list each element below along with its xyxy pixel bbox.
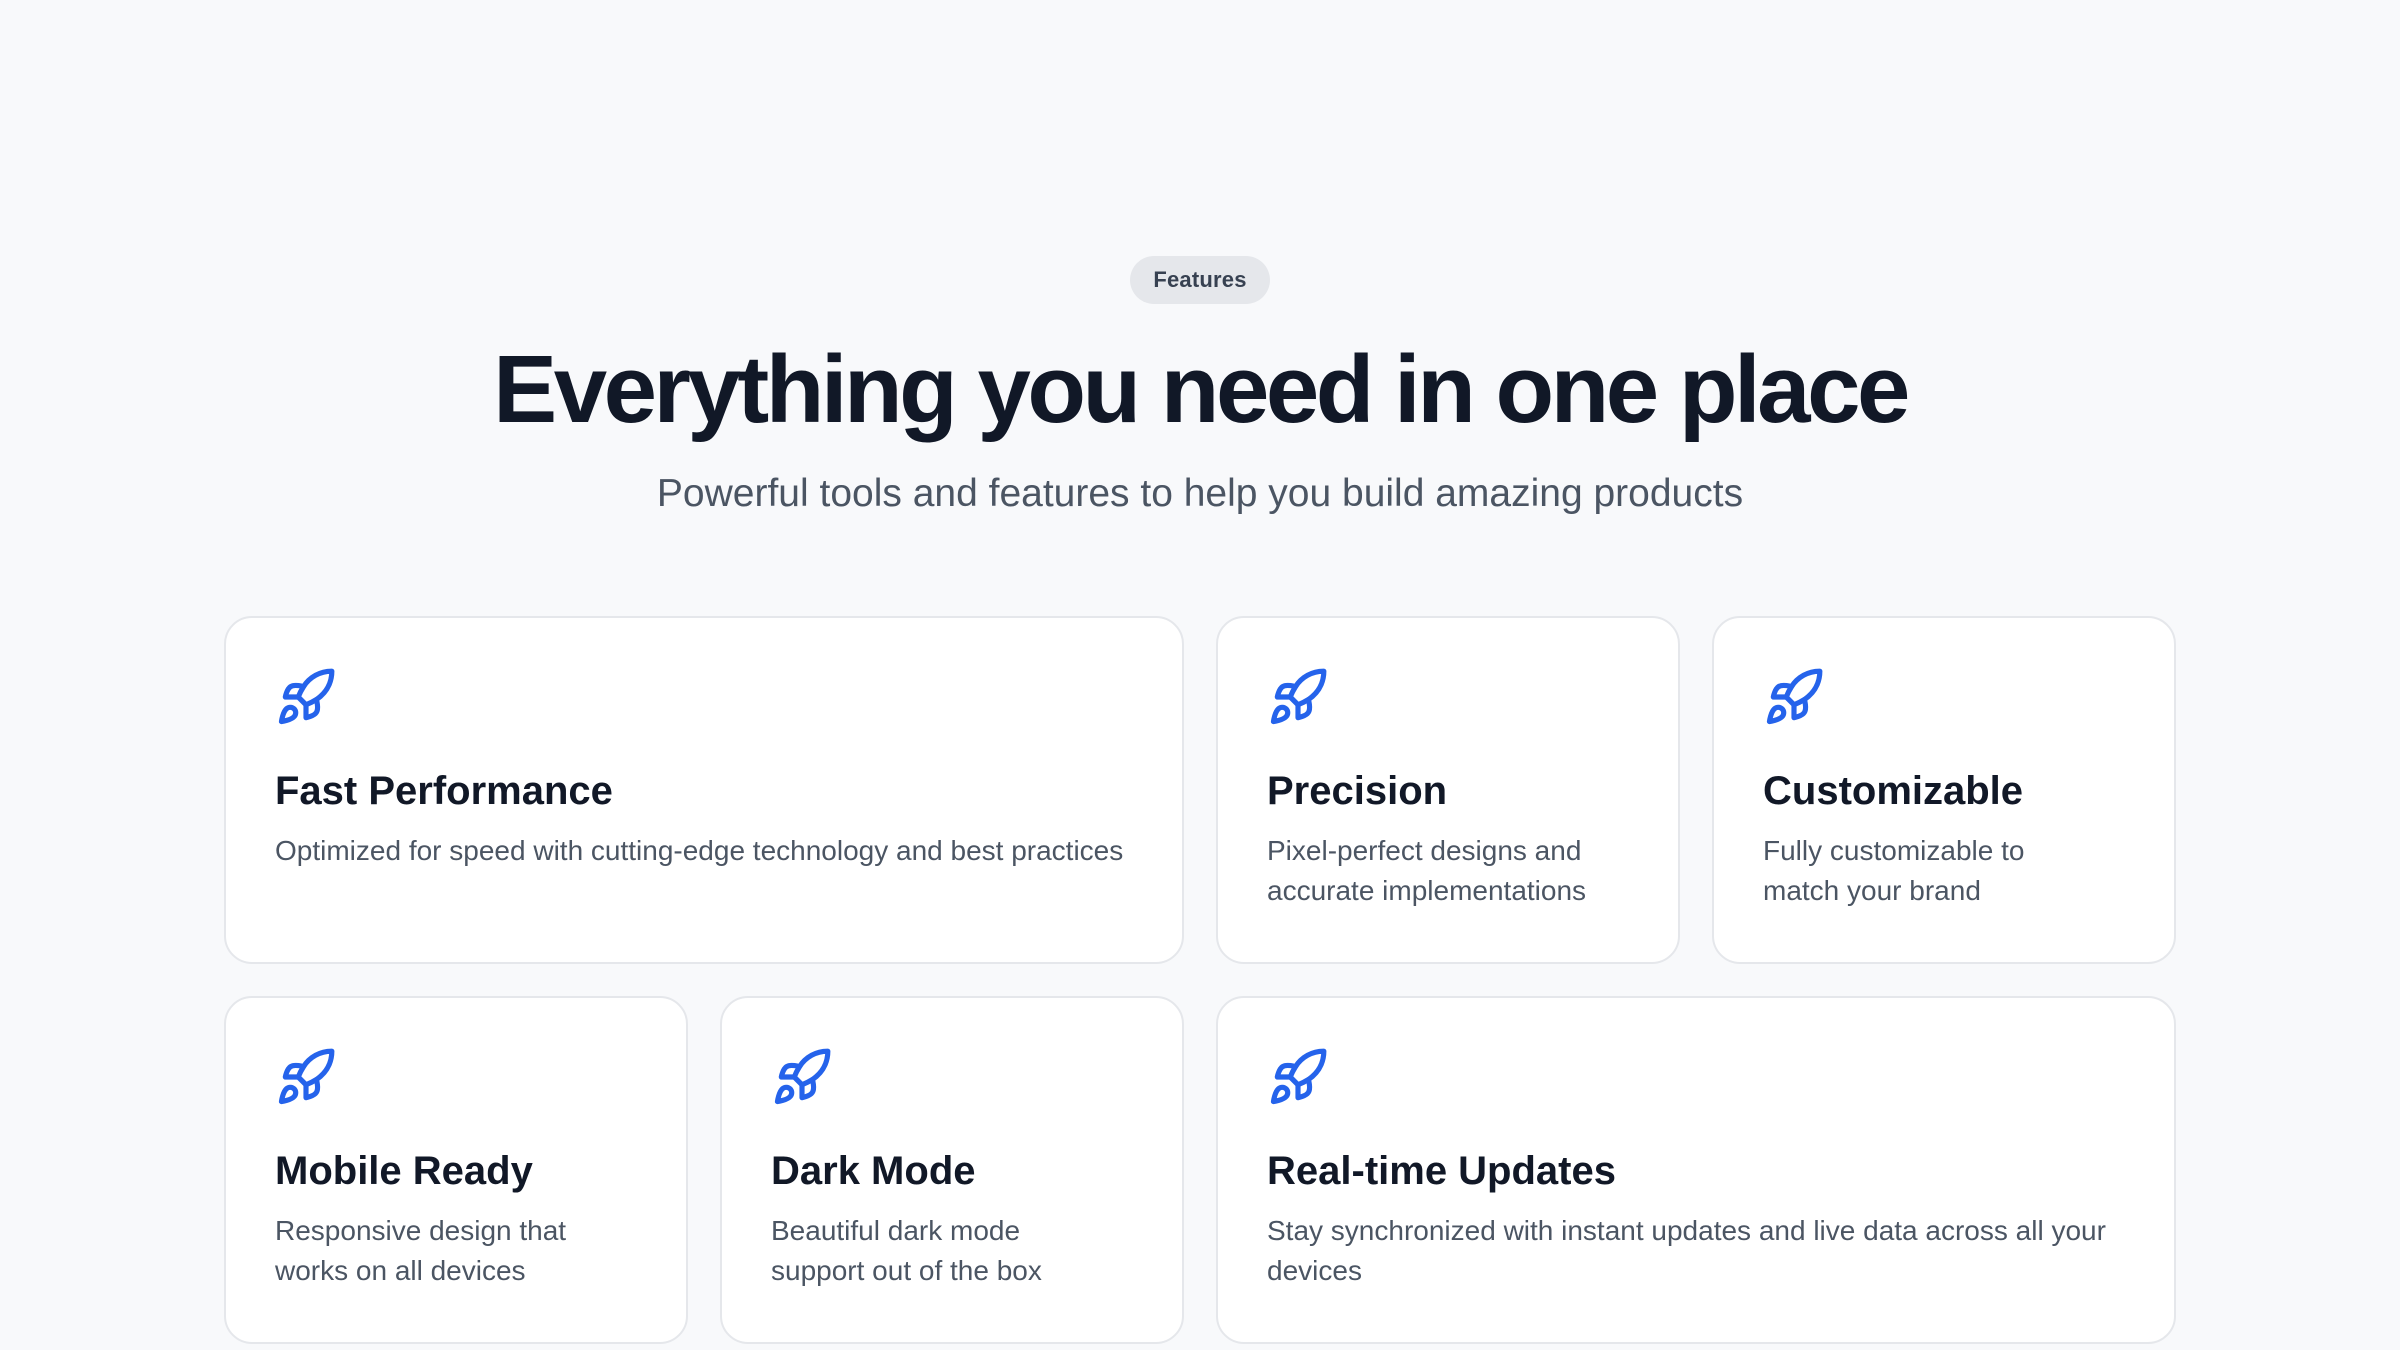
feature-title: Precision bbox=[1267, 769, 1448, 813]
feature-description: Beautiful dark mode support out of the b… bbox=[771, 1215, 1042, 1286]
feature-description: Fully customizable to match your brand bbox=[1763, 835, 2025, 906]
feature-card-mobile-ready: Mobile Ready Responsive design that work… bbox=[224, 996, 688, 1344]
rocket-icon bbox=[771, 1046, 833, 1108]
rocket-icon bbox=[275, 1046, 337, 1108]
feature-title: Customizable bbox=[1763, 769, 2024, 813]
feature-card-dark-mode: Dark Mode Beautiful dark mode support ou… bbox=[720, 996, 1184, 1344]
rocket-icon bbox=[1763, 666, 1825, 728]
section-subheadline: Powerful tools and features to help you … bbox=[656, 472, 1744, 515]
feature-description: Stay synchronized with instant updates a… bbox=[1267, 1215, 2106, 1286]
feature-description: Responsive design that works on all devi… bbox=[275, 1215, 567, 1286]
feature-card-fast-performance: Fast Performance Optimized for speed wit… bbox=[224, 616, 1184, 964]
features-section: Features Everything you need in one plac… bbox=[0, 0, 2400, 1350]
feature-title: Mobile Ready bbox=[275, 1149, 533, 1193]
feature-card-real-time-updates: Real-time Updates Stay synchronized with… bbox=[1216, 996, 2176, 1344]
feature-card-customizable: Customizable Fully customizable to match… bbox=[1712, 616, 2176, 964]
feature-title: Fast Performance bbox=[275, 769, 613, 813]
feature-description: Pixel-perfect designs and accurate imple… bbox=[1267, 835, 1587, 906]
rocket-icon bbox=[1267, 666, 1329, 728]
rocket-icon bbox=[1267, 1046, 1329, 1108]
features-badge: Features bbox=[1130, 256, 1270, 304]
section-headline: Everything you need in one place bbox=[493, 336, 1910, 443]
rocket-icon bbox=[275, 666, 337, 728]
feature-title: Real-time Updates bbox=[1267, 1149, 1616, 1193]
feature-description: Optimized for speed with cutting-edge te… bbox=[275, 835, 1124, 866]
feature-card-precision: Precision Pixel-perfect designs and accu… bbox=[1216, 616, 1680, 964]
feature-title: Dark Mode bbox=[771, 1149, 976, 1193]
